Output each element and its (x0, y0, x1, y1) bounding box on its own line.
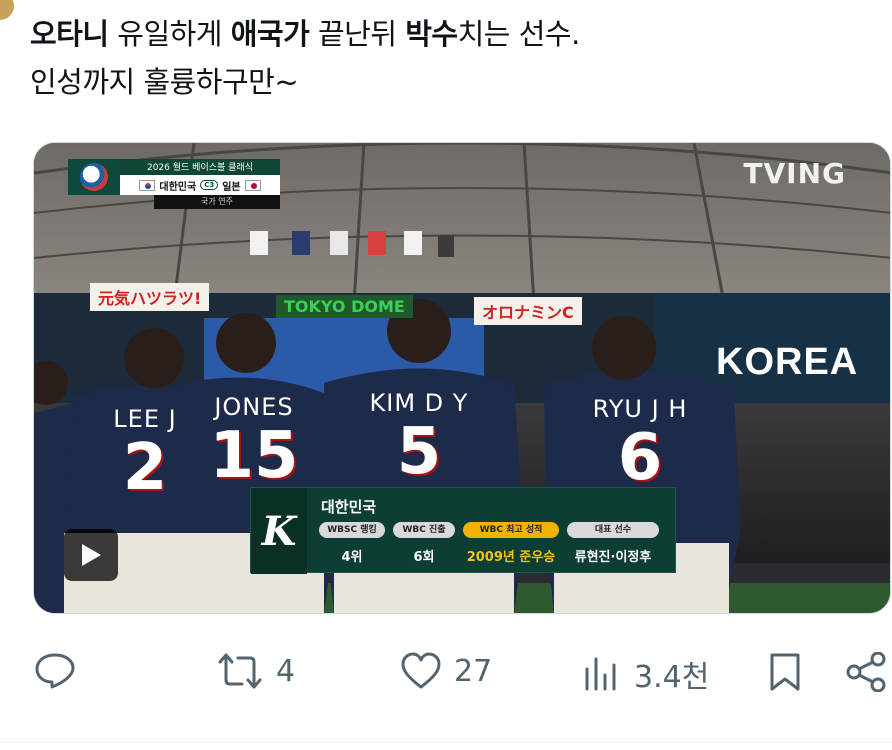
scorebug-subtitle: 국가 연주 (154, 195, 280, 209)
player-jersey: KIM D Y 5 (354, 389, 484, 487)
divider (0, 742, 892, 743)
views-icon (585, 657, 616, 691)
player-name: JONES (214, 393, 294, 421)
info-value-highlight: 2009년 준우승 (466, 550, 556, 565)
pool-badge: C3 (200, 180, 219, 190)
info-header: WBC 진출 (393, 522, 455, 538)
retweet-button[interactable]: 4 (216, 652, 295, 690)
info-values: 4위 6회 2009년 준우승 류현진·이정후 (319, 546, 659, 565)
tweet-actions: 4 27 3.4천 (0, 640, 892, 704)
korea-scoreboard: KOREA (716, 341, 859, 383)
player-name: KIM D Y (369, 389, 469, 417)
share-button[interactable] (846, 652, 888, 692)
team-info-panel: K 대한민국 WBSC 랭킹 WBC 진출 WBC 최고 성적 대표 선수 4위… (250, 487, 676, 574)
avatar[interactable] (0, 0, 14, 20)
like-count: 27 (454, 653, 493, 689)
tweet-text: 오타니 유일하게 애국가 끝난뒤 박수치는 선수. 인성까지 훌륭하구만~ (30, 10, 870, 106)
play-icon (82, 544, 101, 566)
like-button[interactable]: 27 (400, 652, 492, 690)
team-name: 대한민국 (321, 498, 377, 516)
heart-icon (401, 652, 441, 689)
reply-icon (35, 653, 75, 689)
info-value: 류현진·이정후 (574, 550, 652, 565)
bookmark-button[interactable] (768, 652, 802, 692)
bookmark-icon (770, 653, 800, 691)
views-button[interactable]: 3.4천 (582, 652, 709, 696)
player-number: 5 (396, 415, 442, 489)
play-button[interactable] (64, 529, 118, 581)
japan-flag-icon (244, 179, 261, 191)
scorebug: 2026 월드 베이스볼 클래식 대한민국 C3 일본 국가 연주 (68, 159, 280, 211)
info-header: WBSC 랭킹 (319, 522, 385, 538)
stadium-ad-left: 元気ハツラツ! (90, 283, 210, 311)
away-team: 일본 (222, 181, 241, 193)
home-team: 대한민국 (159, 181, 197, 193)
info-value: 6회 (413, 550, 435, 565)
tving-watermark: TVING (743, 157, 846, 190)
retweet-icon (218, 653, 262, 689)
player-jersey: JONES 15 (184, 393, 324, 491)
player-number: 6 (617, 421, 663, 495)
tweet-text-segment: 유일하게 (108, 17, 231, 51)
tweet-line-1: 오타니 유일하게 애국가 끝난뒤 박수치는 선수. (30, 10, 870, 58)
views-count: 3.4천 (634, 660, 710, 695)
player-number: 15 (209, 419, 299, 493)
tweet-line-2: 인성까지 훌륭하구만~ (30, 65, 299, 99)
wbc-logo (68, 159, 120, 195)
tweet-text-segment: 끝난뒤 (309, 17, 406, 51)
info-header-highlight: WBC 최고 성적 (463, 522, 559, 538)
scorebug-title: 2026 월드 베이스볼 클래식 (146, 163, 253, 173)
info-headers: WBSC 랭킹 WBC 진출 WBC 최고 성적 대표 선수 (319, 522, 659, 538)
player-jersey: RYU J H 6 (570, 395, 710, 493)
info-value: 4위 (341, 550, 363, 565)
stadium-ad-right: オロナミンC (474, 297, 582, 325)
reply-button[interactable] (34, 652, 88, 690)
tweet-text-bold: 애국가 (230, 17, 310, 51)
scorebug-teams: 대한민국 C3 일본 (120, 175, 280, 195)
retweet-count: 4 (276, 653, 296, 689)
tweet-text-bold: 박수 (405, 17, 458, 51)
info-header: 대표 선수 (567, 522, 659, 538)
korea-flag-icon (139, 179, 156, 191)
kbo-k-logo: K (251, 488, 307, 574)
stadium-ad-center: TOKYO DOME (276, 295, 413, 318)
video-player[interactable]: 2026 월드 베이스볼 클래식 대한민국 C3 일본 국가 연주 TVING … (33, 142, 891, 614)
scorebug-main: 2026 월드 베이스볼 클래식 대한민국 C3 일본 (120, 159, 280, 195)
share-icon (846, 652, 886, 692)
tweet-text-bold: 오타니 (30, 17, 109, 51)
logo-letter: K (261, 507, 297, 555)
player-name: RYU J H (592, 395, 688, 423)
tweet-text-segment: 치는 선수. (457, 17, 581, 51)
